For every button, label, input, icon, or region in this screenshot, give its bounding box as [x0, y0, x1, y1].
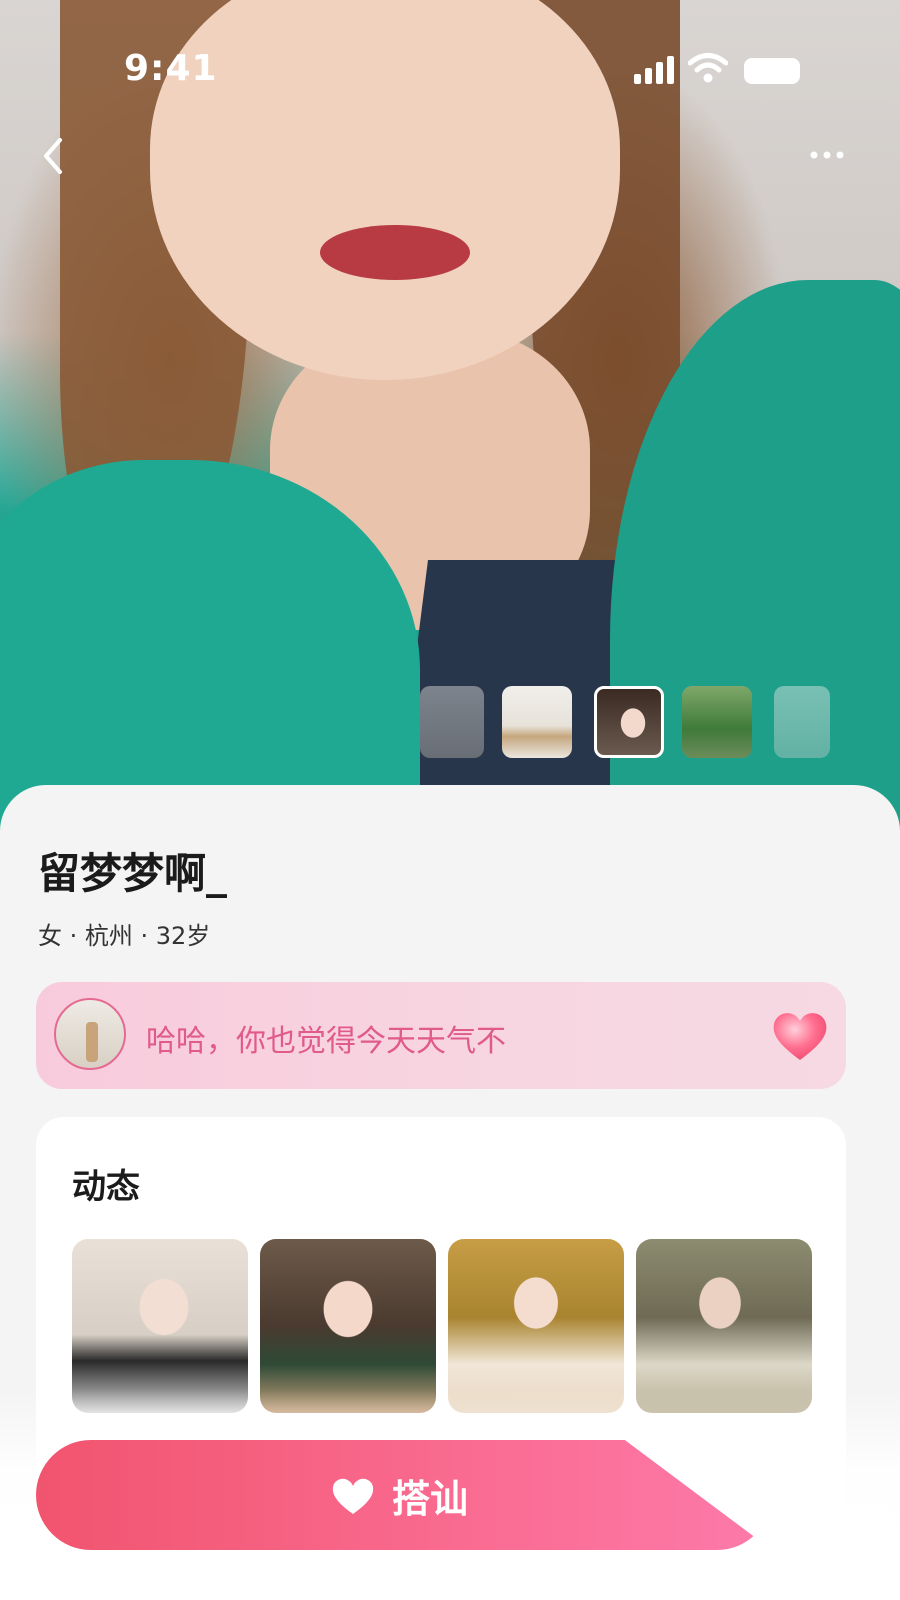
- battery-icon: [744, 58, 800, 84]
- chat-up-button-content: 搭讪: [330, 1468, 468, 1523]
- greeting-text: 哈哈，你也觉得今天天气不: [146, 1024, 506, 1059]
- moment-photo[interactable]: [448, 1239, 624, 1413]
- back-icon[interactable]: [30, 130, 80, 180]
- more-icon[interactable]: [800, 140, 850, 170]
- photo-thumbnail-selected[interactable]: [594, 686, 664, 758]
- greeting-avatar: [54, 998, 126, 1070]
- photo-thumbnail[interactable]: [420, 686, 484, 758]
- moment-photo[interactable]: [636, 1239, 812, 1413]
- heart-icon[interactable]: [768, 1004, 832, 1066]
- moment-photo[interactable]: [260, 1239, 436, 1413]
- heart-icon: [332, 1478, 374, 1514]
- photo-thumbnail[interactable]: [502, 686, 572, 758]
- photo-thumbnail[interactable]: [682, 686, 752, 758]
- status-bar: 9:41: [0, 0, 900, 140]
- moments-title: 动态: [72, 1167, 140, 1207]
- signal-icon: [634, 56, 676, 84]
- profile-nickname: 留梦梦啊_: [38, 849, 228, 898]
- status-time: 9:41: [124, 48, 218, 89]
- chat-up-label: 搭讪: [391, 1476, 468, 1521]
- hero-lips: [320, 225, 470, 280]
- profile-meta: 女 · 杭州 · 32岁: [38, 922, 211, 950]
- photo-thumbnail[interactable]: [774, 686, 830, 758]
- greeting-banner[interactable]: 哈哈，你也觉得今天天气不: [36, 982, 846, 1089]
- photo-thumbnails: [420, 686, 900, 762]
- moment-photo[interactable]: [72, 1239, 248, 1413]
- wifi-icon: [688, 53, 728, 83]
